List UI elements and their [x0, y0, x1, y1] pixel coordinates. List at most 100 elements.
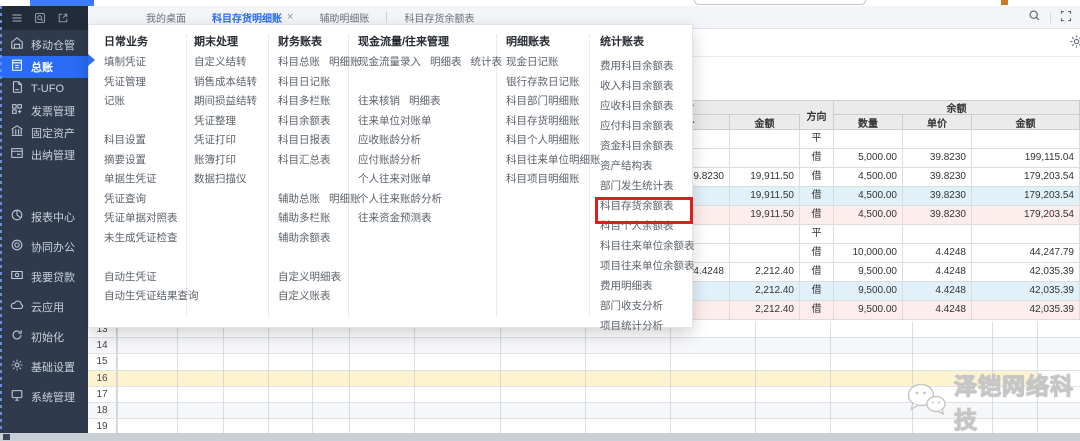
menu-item-凭证单据对照表[interactable]: 凭证单据对照表 — [104, 212, 178, 224]
menu-item-期间损益结转[interactable]: 期间损益结转 — [194, 95, 257, 107]
fullscreen-icon[interactable] — [1060, 9, 1072, 27]
menu-item-凭证整理[interactable]: 凭证整理 — [194, 115, 236, 127]
menu-item-自定义账表[interactable]: 自定义账表 — [278, 290, 331, 302]
report-row[interactable]: 平 — [640, 225, 1080, 244]
sidebar-item-report[interactable]: 报表中心 — [0, 202, 88, 232]
menu-item-个人往来账龄分析[interactable]: 个人往来账龄分析 — [358, 193, 442, 205]
menu-row: 科目个人明细账 — [506, 129, 598, 149]
menu-item-应收科目余额表[interactable]: 应收科目余额表 — [600, 100, 674, 112]
horizontal-scrollbar[interactable] — [0, 433, 1080, 441]
menu-item-部门发生统计表[interactable]: 部门发生统计表 — [600, 180, 674, 192]
menu-item-费用明细表[interactable]: 费用明细表 — [600, 280, 653, 292]
menu-item-辅助余额表[interactable]: 辅助余额表 — [278, 232, 331, 244]
menu-item-记账[interactable]: 记账 — [104, 95, 125, 107]
menu-item-填制凭证[interactable]: 填制凭证 — [104, 56, 146, 68]
menu-item-项目往来单位余额表[interactable]: 项目往来单位余额表 — [600, 260, 695, 272]
menu-column-日常业务: 日常业务填制凭证凭证管理记账科目设置摘要设置单据生凭证凭证查询凭证单据对照表未生… — [104, 33, 182, 305]
sidebar-item-tufo[interactable]: T-UFO — [0, 78, 88, 100]
menu-item-凭证管理[interactable]: 凭证管理 — [104, 76, 146, 88]
sidebar-item-label: 初始化 — [31, 329, 64, 345]
menu-item-资金科目余额表[interactable]: 资金科目余额表 — [600, 140, 674, 152]
menu-item-辅助总账[interactable]: 辅助总账 — [278, 193, 320, 205]
menu-item-科目存货明细账[interactable]: 科目存货明细账 — [506, 115, 580, 127]
sidebar-item-ledger[interactable]: 总账 — [0, 56, 88, 78]
menu-item-科目往来单位明细账[interactable]: 科目往来单位明细账 — [506, 154, 601, 166]
menu-item-现金日记账[interactable]: 现金日记账 — [506, 56, 559, 68]
menu-item-账簿打印[interactable]: 账簿打印 — [194, 154, 236, 166]
external-link-icon[interactable] — [57, 12, 69, 24]
menu-item-费用科目余额表[interactable]: 费用科目余额表 — [600, 60, 674, 72]
report-row[interactable]: 4.42482,212.40借9,500.004.424842,035.39 — [640, 263, 1080, 282]
sidebar-item-label: T-UFO — [31, 83, 64, 95]
menu-row: 应收科目余额表 — [600, 95, 694, 115]
menu-item-项目统计分析[interactable]: 项目统计分析 — [600, 320, 663, 332]
menu-item-科目多栏账[interactable]: 科目多栏账 — [278, 95, 331, 107]
menu-item-科目总账[interactable]: 科目总账 — [278, 56, 320, 68]
menu-item-明细账[interactable]: 明细账 — [329, 193, 361, 205]
menu-item-统计表[interactable]: 统计表 — [471, 56, 503, 68]
menu-item-应付科目余额表[interactable]: 应付科目余额表 — [600, 120, 674, 132]
report-row[interactable]: 借5,000.0039.8230199,115.04 — [640, 149, 1080, 168]
report-row[interactable]: 39.823019,911.50借4,500.0039.8230179,203.… — [640, 168, 1080, 187]
sidebar-item-system[interactable]: 系统管理 — [0, 382, 88, 412]
menu-item-自定义明细表[interactable]: 自定义明细表 — [278, 271, 341, 283]
menu-item-应付账龄分析[interactable]: 应付账龄分析 — [358, 154, 421, 166]
search-window-icon[interactable] — [34, 12, 46, 24]
sheet-row-14[interactable]: 14 — [88, 338, 1080, 354]
menu-item-科目个人明细账[interactable]: 科目个人明细账 — [506, 134, 580, 146]
sidebar-item-init[interactable]: 初始化 — [0, 322, 88, 352]
menu-item-自动生凭证结果查询[interactable]: 自动生凭证结果查询 — [104, 290, 199, 302]
menu-item-凭证打印[interactable]: 凭证打印 — [194, 134, 236, 146]
menu-icon[interactable] — [11, 12, 23, 24]
menu-item-科目余额表[interactable]: 科目余额表 — [278, 115, 331, 127]
menu-item-往来资金预测表[interactable]: 往来资金预测表 — [358, 212, 432, 224]
gear-icon[interactable] — [1069, 34, 1080, 54]
menu-item-个人往来对账单[interactable]: 个人往来对账单 — [358, 173, 432, 185]
menu-item-部门收支分析[interactable]: 部门收支分析 — [600, 300, 663, 312]
close-icon[interactable]: × — [287, 11, 293, 23]
menu-item-科目部门明细账[interactable]: 科目部门明细账 — [506, 95, 580, 107]
menu-item-未生成凭证检查[interactable]: 未生成凭证检查 — [104, 232, 178, 244]
menu-item-科目设置[interactable]: 科目设置 — [104, 134, 146, 146]
report-row[interactable]: 平 — [640, 130, 1080, 149]
sidebar-item-collab[interactable]: 协同办公 — [0, 232, 88, 262]
report-row[interactable]: 19,911.50借4,500.0039.8230179,203.54 — [640, 206, 1080, 225]
menu-item-辅助多栏账[interactable]: 辅助多栏账 — [278, 212, 331, 224]
sidebar-item-warehouse[interactable]: 移动仓管 — [0, 34, 88, 56]
menu-item-明细表[interactable]: 明细表 — [430, 56, 462, 68]
sidebar-item-invoice[interactable]: 发票管理 — [0, 100, 88, 122]
report-row[interactable]: 19,911.50借4,500.0039.8230179,203.54 — [640, 187, 1080, 206]
report-row[interactable]: 2,212.40借9,500.004.424842,035.39 — [640, 301, 1080, 320]
menu-item-科目汇总表[interactable]: 科目汇总表 — [278, 154, 331, 166]
menu-item-往来单位对账单[interactable]: 往来单位对账单 — [358, 115, 432, 127]
menu-item-明细账[interactable]: 明细账 — [329, 56, 361, 68]
sidebar-item-cashier[interactable]: 出纳管理 — [0, 144, 88, 166]
sidebar-item-settings[interactable]: 基础设置 — [0, 352, 88, 382]
menu-item-科目日报表[interactable]: 科目日报表 — [278, 134, 331, 146]
report-header-unit-price: 单价 — [903, 115, 972, 130]
report-row[interactable]: 借10,000.004.424844,247.79 — [640, 244, 1080, 263]
menu-item-银行存款日记账[interactable]: 银行存款日记账 — [506, 76, 580, 88]
sidebar-item-loan[interactable]: 我要贷款 — [0, 262, 88, 292]
menu-row: 科目部门明细账 — [506, 90, 598, 110]
search-icon[interactable] — [1028, 9, 1041, 27]
menu-item-科目项目明细账[interactable]: 科目项目明细账 — [506, 173, 580, 185]
menu-item-单据生凭证[interactable]: 单据生凭证 — [104, 173, 157, 185]
menu-item-资产结构表[interactable]: 资产结构表 — [600, 160, 653, 172]
report-row[interactable]: 2,212.40借9,500.004.424842,035.39 — [640, 282, 1080, 301]
menu-item-摘要设置[interactable]: 摘要设置 — [104, 154, 146, 166]
menu-item-数据扫描仪[interactable]: 数据扫描仪 — [194, 173, 247, 185]
menu-item-应收账龄分析[interactable]: 应收账龄分析 — [358, 134, 421, 146]
menu-item-往来核销[interactable]: 往来核销 — [358, 95, 400, 107]
menu-item-科目往来单位余额表[interactable]: 科目往来单位余额表 — [600, 240, 695, 252]
menu-item-销售成本结转[interactable]: 销售成本结转 — [194, 76, 257, 88]
sidebar-item-cloud[interactable]: 云应用 — [0, 292, 88, 322]
sidebar-item-bank[interactable]: 固定资产 — [0, 122, 88, 144]
menu-item-自动生凭证[interactable]: 自动生凭证 — [104, 271, 157, 283]
menu-item-科目日记账[interactable]: 科目日记账 — [278, 76, 331, 88]
menu-item-明细表[interactable]: 明细表 — [409, 95, 441, 107]
menu-item-自定义结转[interactable]: 自定义结转 — [194, 56, 247, 68]
menu-item-现金流量录入[interactable]: 现金流量录入 — [358, 56, 421, 68]
menu-item-收入科目余额表[interactable]: 收入科目余额表 — [600, 80, 674, 92]
menu-item-凭证查询[interactable]: 凭证查询 — [104, 193, 146, 205]
